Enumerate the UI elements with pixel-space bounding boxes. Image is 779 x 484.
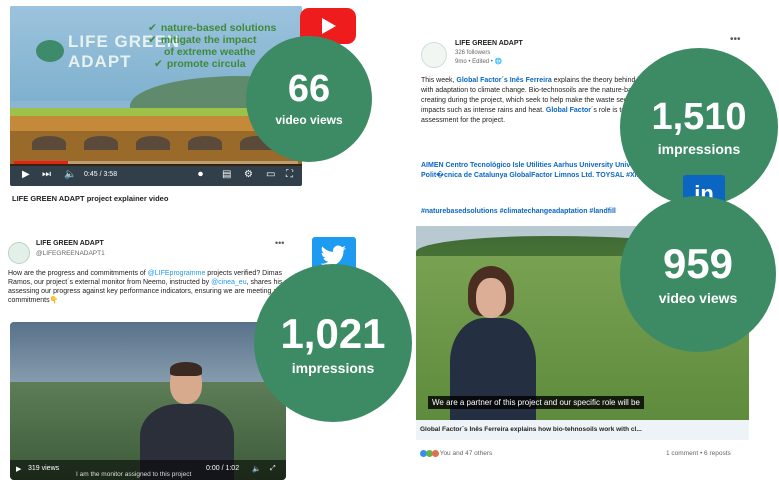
mention-link[interactable]: Global Factor´s Inês Ferreira [456,77,551,84]
volume-icon[interactable]: 🔈 [252,465,261,473]
check-icon: ✔ [148,34,157,46]
video-time: 0:00 / 1:02 [206,465,240,472]
volume-icon[interactable]: 🔈 [64,169,76,180]
video-mound [136,136,170,150]
settings-gear-icon[interactable]: ⚙ [244,169,253,180]
video-time: 0:45 / 3:58 [84,171,118,178]
video-bullet: ✔ nature-based solutions [148,22,277,34]
twitter-account-name[interactable]: LIFE GREEN ADAPT [36,240,104,247]
tweet-text-part: How are the progress and commitmments of [8,270,148,277]
mention-link[interactable]: @cinea_eu [211,279,247,286]
love-icon [432,450,439,457]
play-icon[interactable]: ▶ [22,169,30,180]
linkedin-video-caption[interactable]: Global Factor´s Inês Ferreira explains h… [416,420,749,440]
linkedin-impressions-label: impressions [657,141,741,157]
next-icon[interactable]: ⏭ [42,169,51,180]
linkedin-views-circle: 959 video views [620,196,776,352]
linkedin-impressions-value: 1,510 [651,96,747,138]
linkedin-avatar[interactable] [421,42,447,68]
twitter-avatar[interactable] [8,242,30,264]
video-subtitle: We are a partner of this project and our… [428,396,644,409]
video-mound [84,136,118,150]
video-controls: ▶ ⏭ 🔈 0:45 / 3:58 ⏺ ▤ ⚙ ▭ ⛶ [10,164,302,186]
mention-link[interactable]: @LIFEprogramme [148,270,206,277]
youtube-video-caption: LIFE GREEN ADAPT project explainer video [12,194,169,203]
play-icon[interactable]: ▶ [16,465,21,473]
speaker-head [476,278,506,318]
play-triangle-icon [322,18,336,34]
globe-icon: 🌐 [494,59,503,65]
mention-link[interactable]: Global Factor [546,107,591,114]
fullscreen-icon[interactable]: ⤢ [270,465,276,473]
twitter-stat-circle: 1,021 impressions [254,264,412,422]
captions-icon[interactable]: ▤ [222,169,231,180]
video-bullet: ✔ mitigate the impact [148,34,257,46]
miniplayer-icon[interactable]: ▭ [266,169,275,180]
twitter-stat-value: 1,021 [280,310,386,357]
linkedin-reactions[interactable]: You and 47 others [420,450,492,457]
twitter-video-player[interactable]: ▶ 319 views 0:00 / 1:02 🔈 ⤢ I am the mon… [10,322,286,480]
linkedin-views-value: 959 [662,240,734,287]
linkedin-views-label: video views [658,290,738,306]
video-mound [188,136,222,150]
life-green-adapt-logo [36,40,64,62]
check-icon: ✔ [154,58,163,70]
more-options-icon[interactable]: ••• [730,34,741,45]
youtube-stat-label: video views [275,113,343,127]
twitter-handle[interactable]: @LIFEGREENADAPT1 [36,250,105,257]
linkedin-account-name[interactable]: LIFE GREEN ADAPT [455,40,523,47]
video-views: 319 views [28,465,60,472]
reactions-count: You and 47 others [439,450,493,458]
post-text-part: This week, [421,77,457,84]
tweet-text: How are the progress and commitmments of… [8,269,308,305]
linkedin-comments-reposts[interactable]: 1 comment • 6 reposts [666,450,731,457]
video-mound [32,136,66,150]
more-options-icon[interactable]: ••• [275,238,284,248]
check-icon: ✔ [148,22,157,34]
video-subtitle: I am the monitor assigned to this projec… [76,471,192,478]
fullscreen-icon[interactable]: ⛶ [286,169,293,180]
video-bullet: of extreme weathe [164,46,256,58]
twitter-stat-label: impressions [291,360,375,376]
autoplay-toggle-icon[interactable]: ⏺ [198,169,203,180]
youtube-stat-value: 66 [287,68,331,110]
reaction-icons [420,450,439,457]
speaker-hair [170,362,202,376]
linkedin-followers: 326 followers [455,50,491,56]
youtube-stat-circle: 66 video views [246,36,372,162]
linkedin-post-meta: 9mo • Edited • 🌐 [455,59,503,65]
